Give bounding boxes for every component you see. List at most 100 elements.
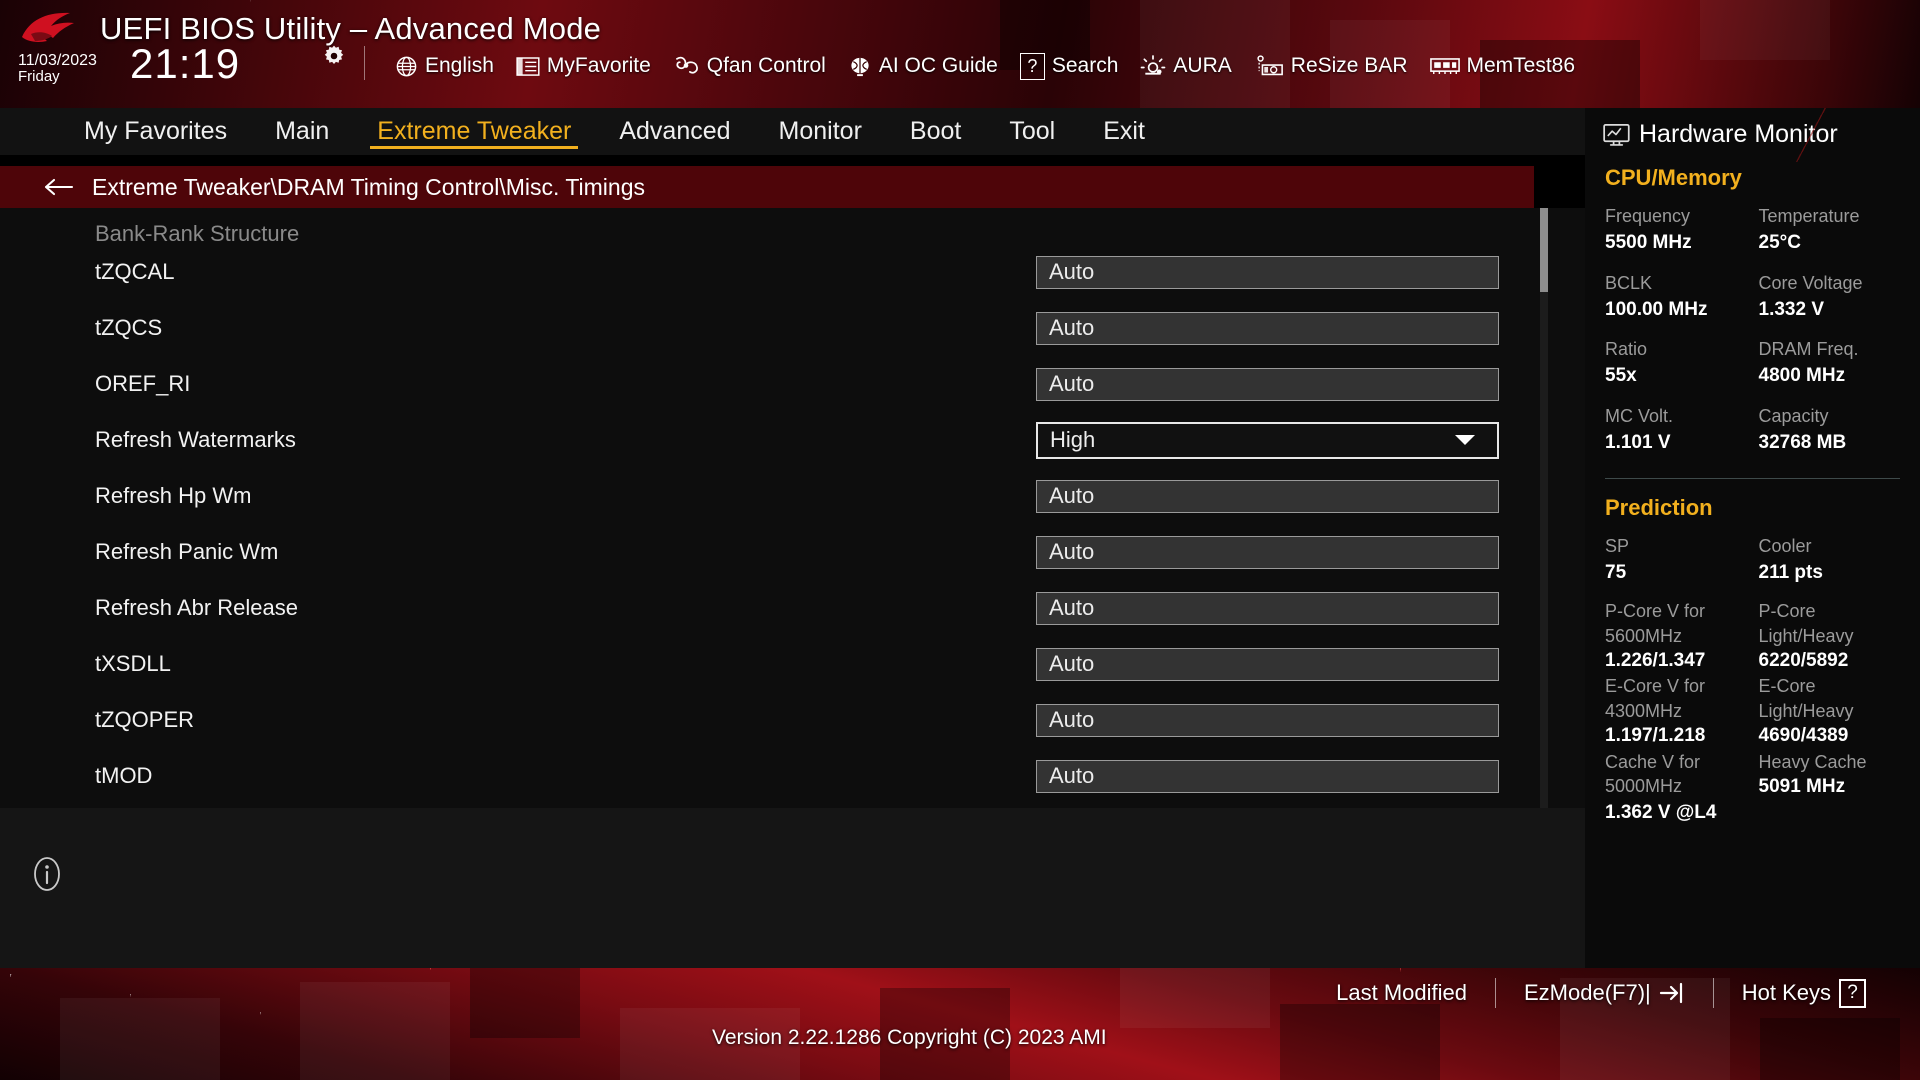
tab-monitor[interactable]: Monitor — [755, 108, 886, 155]
tab-advanced[interactable]: Advanced — [595, 108, 754, 155]
row-txsdll[interactable]: tXSDLL Auto — [0, 636, 1530, 692]
nav-tabs: My Favorites Main Extreme Tweaker Advanc… — [0, 108, 1585, 155]
date-display: 11/03/2023 Friday — [18, 52, 128, 85]
hw-value: 55x — [1605, 362, 1749, 390]
hw-value: 25°C — [1759, 229, 1903, 257]
hw-key: P-Core — [1759, 599, 1903, 623]
hw-value-empty — [1759, 800, 1903, 827]
footer-link-label: Last Modified — [1336, 980, 1467, 1006]
question-box-icon: ? — [1020, 53, 1045, 80]
hw-key: Light/Heavy — [1759, 699, 1903, 723]
dropdown-value: High — [1050, 427, 1095, 453]
hot-keys-button[interactable]: Hot Keys ? — [1714, 979, 1894, 1008]
hw-value: 100.00 MHz — [1605, 296, 1749, 324]
panel-divider — [1605, 478, 1900, 479]
info-icon[interactable] — [28, 855, 66, 893]
hw-key: Frequency — [1605, 203, 1749, 229]
tab-exit[interactable]: Exit — [1079, 108, 1169, 155]
setting-value-dropdown[interactable]: High — [1036, 422, 1499, 459]
row-refresh-abr-release[interactable]: Refresh Abr Release Auto — [0, 580, 1530, 636]
hw-value: 6220/5892 — [1759, 648, 1903, 675]
row-oref-ri[interactable]: OREF_RI Auto — [0, 356, 1530, 412]
tool-myfavorite[interactable]: MyFavorite — [505, 50, 662, 82]
setting-value-input[interactable]: Auto — [1036, 760, 1499, 793]
rog-logo-icon — [18, 10, 88, 48]
setting-label: tMOD — [95, 763, 152, 789]
hw-key: MC Volt. — [1605, 403, 1749, 429]
tab-main[interactable]: Main — [251, 108, 353, 155]
tool-qfan-control[interactable]: Qfan Control — [662, 50, 837, 82]
bookmark-icon — [516, 56, 540, 77]
footer-bar: Version 2.22.1286 Copyright (C) 2023 AMI… — [0, 968, 1920, 1080]
question-box-icon: ? — [1839, 979, 1866, 1008]
scrollbar-track[interactable] — [1540, 208, 1548, 808]
tool-ai-oc-guide[interactable]: AI OC Guide — [837, 50, 1009, 82]
monitor-icon — [1603, 123, 1630, 147]
row-tzqcal[interactable]: tZQCAL Auto — [0, 244, 1530, 300]
last-modified-button[interactable]: Last Modified — [1308, 980, 1495, 1006]
tool-english[interactable]: English — [384, 50, 505, 82]
setting-label: Refresh Hp Wm — [95, 483, 251, 509]
setting-value-input[interactable]: Auto — [1036, 480, 1499, 513]
fan-icon — [673, 55, 700, 78]
hw-value: 4800 MHz — [1759, 362, 1903, 390]
hw-value: 1.226/1.347 — [1605, 648, 1749, 675]
setting-value-input[interactable]: Auto — [1036, 592, 1499, 625]
scrollbar-thumb[interactable] — [1540, 208, 1548, 292]
row-refresh-hp-wm[interactable]: Refresh Hp Wm Auto — [0, 468, 1530, 524]
setting-value-input[interactable]: Auto — [1036, 368, 1499, 401]
tab-tool[interactable]: Tool — [985, 108, 1079, 155]
setting-value-input[interactable]: Auto — [1036, 536, 1499, 569]
exit-arrow-icon — [1659, 981, 1685, 1005]
tool-label: MyFavorite — [547, 54, 651, 78]
tab-boot[interactable]: Boot — [886, 108, 985, 155]
setting-value-input[interactable]: Auto — [1036, 648, 1499, 681]
hardware-monitor-title: Hardware Monitor — [1603, 120, 1902, 149]
globe-icon — [395, 55, 418, 78]
tab-my-favorites[interactable]: My Favorites — [60, 108, 251, 155]
settings-list: Bank-Rank Structure tZQCAL Auto tZQCS Au… — [0, 208, 1585, 808]
sun-icon — [1140, 55, 1166, 78]
setting-label: OREF_RI — [95, 371, 190, 397]
back-arrow-icon[interactable] — [44, 177, 74, 197]
hw-section-prediction: Prediction — [1605, 495, 1902, 521]
hw-key-freq: 5000MHz — [1605, 774, 1749, 801]
tool-memtest86[interactable]: MemTest86 — [1419, 50, 1587, 82]
tab-extreme-tweaker[interactable]: Extreme Tweaker — [353, 108, 595, 155]
row-refresh-watermarks[interactable]: Refresh Watermarks High — [0, 412, 1530, 468]
setting-label: Refresh Panic Wm — [95, 539, 278, 565]
row-tzqoper[interactable]: tZQOPER Auto — [0, 692, 1530, 748]
ezmode-button[interactable]: EzMode(F7)| — [1496, 980, 1713, 1006]
tool-label: AURA — [1173, 54, 1231, 78]
hw-key: P-Core V for — [1605, 599, 1749, 623]
tool-aura[interactable]: AURA — [1129, 50, 1242, 82]
hw-key: DRAM Freq. — [1759, 336, 1903, 362]
row-refresh-panic-wm[interactable]: Refresh Panic Wm Auto — [0, 524, 1530, 580]
dimm-icon — [1430, 56, 1460, 76]
setting-label: tZQCS — [95, 315, 162, 341]
hw-value: 5500 MHz — [1605, 229, 1749, 257]
hw-key: Cache V for — [1605, 750, 1749, 774]
setting-value-input[interactable]: Auto — [1036, 256, 1499, 289]
hw-key: Capacity — [1759, 403, 1903, 429]
hw-key: SP — [1605, 533, 1749, 559]
setting-value-input[interactable]: Auto — [1036, 312, 1499, 345]
bios-screen: UEFI BIOS Utility – Advanced Mode 11/03/… — [0, 0, 1920, 1080]
tool-resize-bar[interactable]: ReSize BAR — [1243, 50, 1419, 82]
chevron-down-icon[interactable] — [1455, 435, 1475, 445]
tool-label: English — [425, 54, 494, 78]
header-divider — [364, 46, 365, 80]
row-tmod[interactable]: tMOD Auto — [0, 748, 1530, 804]
breadcrumb-path: Extreme Tweaker\DRAM Timing Control\Misc… — [92, 174, 645, 201]
tool-label: AI OC Guide — [879, 54, 998, 78]
version-text: Version 2.22.1286 Copyright (C) 2023 AMI — [712, 1026, 1107, 1050]
breadcrumb[interactable]: Extreme Tweaker\DRAM Timing Control\Misc… — [0, 166, 1534, 208]
date-text: 11/03/2023 — [18, 52, 128, 69]
tool-label: Qfan Control — [707, 54, 826, 78]
tool-search[interactable]: ? Search — [1009, 50, 1130, 82]
gear-icon[interactable] — [322, 44, 346, 68]
hardware-monitor-panel: Hardware Monitor CPU/Memory Frequency Te… — [1585, 108, 1920, 968]
row-tzqcs[interactable]: tZQCS Auto — [0, 300, 1530, 356]
setting-value-input[interactable]: Auto — [1036, 704, 1499, 737]
hw-value: 4690/4389 — [1759, 723, 1903, 750]
